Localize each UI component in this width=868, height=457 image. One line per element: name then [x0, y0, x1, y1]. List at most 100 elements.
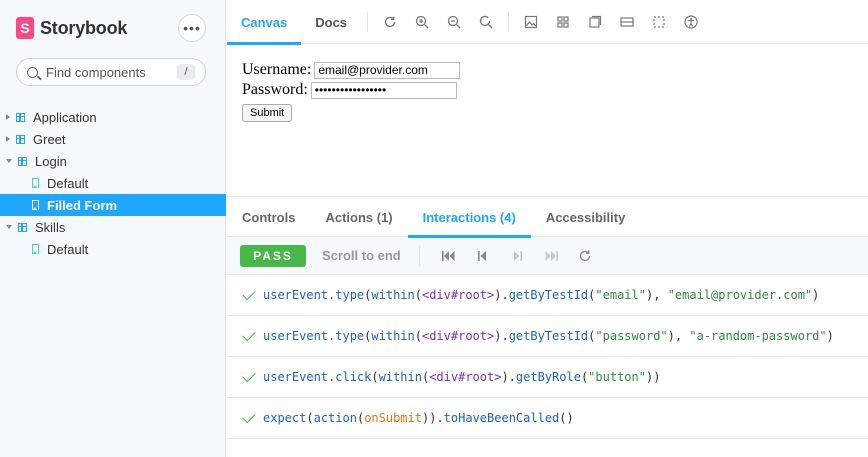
rerun-icon[interactable] — [568, 237, 602, 275]
login-form: Username: Password: Submit — [242, 60, 461, 122]
code-token: "a-random-password" — [689, 329, 827, 343]
zoom-out-icon[interactable] — [438, 0, 470, 44]
password-label: Password: — [242, 81, 308, 98]
username-label: Username: — [242, 61, 312, 78]
code-token: ( — [371, 370, 379, 384]
toolbar-divider — [367, 11, 369, 32]
zoom-reset-icon[interactable] — [470, 0, 502, 44]
bookmark-icon — [32, 178, 39, 188]
code-token: userEvent.click — [263, 370, 372, 384]
storybook-brand[interactable]: S Storybook — [16, 16, 127, 40]
code-token: ) — [812, 288, 820, 302]
code-token: () — [559, 411, 574, 425]
background-icon[interactable] — [515, 0, 547, 44]
tree-item-label: Filled Form — [47, 197, 118, 213]
tree-item-label: Skills — [35, 219, 66, 235]
code-token: "email" — [595, 288, 646, 302]
code-token: <div#root> — [429, 370, 502, 384]
code-token: "password" — [595, 329, 668, 343]
check-icon — [242, 409, 256, 424]
code-token: ( — [588, 288, 596, 302]
code-token: ). — [429, 411, 444, 425]
submit-button[interactable]: Submit — [242, 104, 293, 122]
status-badge: PASS — [240, 244, 306, 267]
chevron-right-icon — [6, 114, 10, 120]
sidebar-story-item[interactable]: Default — [0, 172, 226, 194]
more-menu-button[interactable]: ••• — [178, 14, 206, 42]
interactions-controls: PASS Scroll to end — [227, 237, 868, 275]
go-to-end-icon[interactable] — [534, 237, 568, 275]
viewport-icon[interactable] — [611, 0, 643, 44]
tab-accessibility[interactable]: Accessibility — [531, 197, 641, 237]
tree-item-label: Default — [47, 241, 89, 257]
tab-docs[interactable]: Docs — [301, 0, 361, 44]
interaction-step[interactable]: userEvent.click(within(<div#root>). getBy… — [227, 357, 868, 398]
code-token: "email@provider.com" — [667, 288, 813, 302]
sidebar-component-item[interactable]: Skills — [0, 216, 226, 238]
code-token: onSubmit — [364, 411, 422, 425]
interaction-step[interactable]: userEvent.type(within(<div#root>). getByT… — [227, 275, 868, 316]
measure-icon[interactable] — [579, 0, 611, 44]
password-field[interactable] — [310, 81, 457, 99]
code-token: ). — [494, 329, 509, 343]
grid-icon[interactable] — [547, 0, 579, 44]
interaction-steps: userEvent.type(within(<div#root>). getByT… — [227, 275, 868, 439]
code-token: expect — [263, 411, 307, 425]
code-token: ( — [588, 329, 596, 343]
refresh-icon[interactable] — [374, 0, 406, 44]
search-input[interactable] — [46, 64, 176, 80]
story-canvas: Username: Password: Submit — [227, 45, 868, 195]
addon-panel: Controls Actions (1) Interactions (4) Ac… — [227, 196, 868, 457]
code-token: ). — [501, 370, 516, 384]
accessibility-icon[interactable] — [675, 0, 707, 44]
go-to-start-icon[interactable] — [432, 237, 466, 275]
tab-controls[interactable]: Controls — [227, 197, 310, 237]
tree-item-label: Default — [47, 175, 89, 191]
code-token: ( — [364, 329, 372, 343]
scroll-to-end-button[interactable]: Scroll to end — [322, 248, 401, 263]
code-token: ( — [414, 288, 422, 302]
step-forward-icon[interactable] — [500, 237, 534, 275]
interaction-step[interactable]: userEvent.type(within(<div#root>). getByT… — [227, 316, 868, 357]
search-icon — [27, 66, 38, 78]
code-token: ) — [826, 329, 834, 343]
zoom-in-icon[interactable] — [406, 0, 438, 44]
chevron-down-icon — [6, 225, 12, 229]
addon-tabs: Controls Actions (1) Interactions (4) Ac… — [227, 197, 868, 238]
sidebar-story-item[interactable]: Default — [0, 238, 226, 260]
code-token: ), — [645, 288, 668, 302]
component-icon — [18, 222, 27, 232]
sidebar-component-item[interactable]: Login — [0, 150, 226, 172]
code-token: "button" — [588, 370, 646, 384]
step-back-icon[interactable] — [466, 237, 500, 275]
code-token: ). — [494, 288, 509, 302]
interaction-step[interactable]: expect(action(onSubmit)). toHaveBeenCalle… — [227, 398, 868, 439]
code-token: within — [371, 329, 415, 343]
code-token: )) — [645, 370, 661, 384]
component-icon — [16, 112, 25, 122]
tree-item-label: Greet — [33, 131, 66, 147]
tree-item-label: Login — [35, 153, 67, 169]
code-token: getByTestId — [508, 288, 589, 302]
code-token: ), — [667, 329, 690, 343]
code-token: ( — [306, 411, 314, 425]
chevron-down-icon — [6, 159, 12, 163]
check-icon — [242, 327, 256, 342]
sidebar-story-item[interactable]: Filled Form — [0, 194, 226, 216]
code-token: <div#root> — [421, 288, 495, 302]
search-box[interactable]: / — [16, 58, 206, 86]
username-row: Username: — [242, 60, 461, 80]
preview-toolbar: Canvas Docs — [227, 0, 868, 45]
code-token: getByRole — [515, 370, 581, 384]
outline-icon[interactable] — [643, 0, 675, 44]
component-tree: Application Greet Login Default Filled Form S… — [0, 106, 226, 260]
sidebar-component-item[interactable]: Greet — [0, 128, 226, 150]
tab-interactions[interactable]: Interactions (4) — [407, 197, 532, 238]
sidebar-component-item[interactable]: Application — [0, 106, 226, 128]
tab-canvas[interactable]: Canvas — [227, 0, 302, 45]
search-shortcut-key: / — [177, 64, 195, 80]
tab-actions[interactable]: Actions (1) — [310, 197, 407, 237]
code-token: getByTestId — [508, 329, 589, 343]
code-token: ) — [421, 411, 430, 425]
username-field[interactable] — [314, 61, 461, 79]
